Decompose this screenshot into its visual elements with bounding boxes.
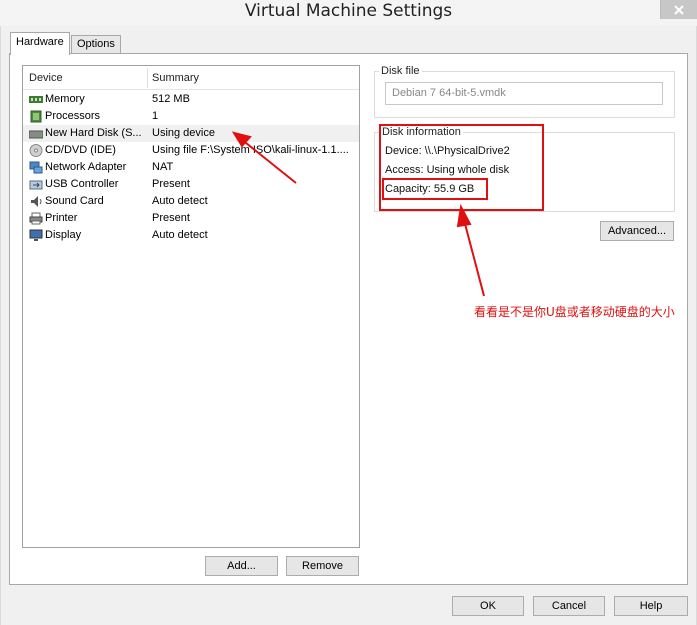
tab-hardware[interactable]: Hardware [10,32,70,55]
device-summary: Using device [152,127,215,139]
cd-dvd-icon [29,144,43,157]
device-row-memory[interactable]: Memory 512 MB [23,91,359,108]
close-button[interactable] [660,0,697,19]
window-title: Virtual Machine Settings [244,1,453,21]
device-list[interactable]: Device Summary Memory 512 MB Processors … [22,65,360,548]
device-summary: 512 MB [152,93,190,105]
processor-icon [30,110,42,123]
device-name: USB Controller [45,178,119,190]
summary-column-header[interactable]: Summary [152,72,199,84]
tab-options-label: Options [77,38,115,50]
sound-icon [31,196,42,207]
device-row-sound[interactable]: Sound Card Auto detect [23,193,359,210]
device-name: Processors [45,110,101,122]
display-icon [29,229,43,241]
tab-options[interactable]: Options [71,35,121,53]
device-row-processors[interactable]: Processors 1 [23,108,359,125]
memory-icon [29,96,43,103]
usb-icon [29,180,43,190]
device-summary: Auto detect [152,195,208,207]
title-bar: Virtual Machine Settings [0,0,697,26]
device-summary: 1 [152,110,159,122]
device-name: Memory [45,93,85,105]
device-summary: Using file F:\System ISO\kali-linux-1.1.… [152,144,349,156]
device-list-header: Device Summary [23,66,359,90]
device-row-cd-dvd[interactable]: CD/DVD (IDE) Using file F:\System ISO\ka… [23,142,359,159]
printer-icon [29,212,43,225]
device-row-network[interactable]: Network Adapter NAT [23,159,359,176]
help-button[interactable]: Help [614,596,688,616]
close-icon [674,4,684,15]
annotation-text: 看看是不是你U盘或者移动硬盘的大小 [474,305,675,319]
device-name: Display [45,229,82,241]
add-button[interactable]: Add... [205,556,278,576]
device-name: Sound Card [45,195,104,207]
remove-button[interactable]: Remove [286,556,359,576]
device-name: Network Adapter [45,161,127,173]
disk-file-field[interactable]: Debian 7 64-bit-5.vmdk [385,82,663,105]
network-adapter-icon [29,161,43,174]
device-name: New Hard Disk (S... [45,127,142,139]
device-summary: Present [152,178,190,190]
device-summary: NAT [152,161,174,173]
disk-file-label: Disk file [379,65,422,77]
device-column-header[interactable]: Device [29,72,63,84]
hard-disk-icon [29,130,43,139]
column-separator[interactable] [147,68,148,88]
device-summary: Present [152,212,190,224]
device-row-hard-disk[interactable]: New Hard Disk (S... Using device [23,125,359,142]
annotation-box-capacity [382,178,488,200]
tab-hardware-label: Hardware [16,36,64,48]
device-row-printer[interactable]: Printer Present [23,210,359,227]
device-summary: Auto detect [152,229,208,241]
device-row-display[interactable]: Display Auto detect [23,227,359,244]
device-name: CD/DVD (IDE) [45,144,116,156]
cancel-button[interactable]: Cancel [533,596,605,616]
ok-button[interactable]: OK [452,596,524,616]
advanced-button[interactable]: Advanced... [600,221,674,241]
device-row-usb[interactable]: USB Controller Present [23,176,359,193]
device-name: Printer [45,212,78,224]
